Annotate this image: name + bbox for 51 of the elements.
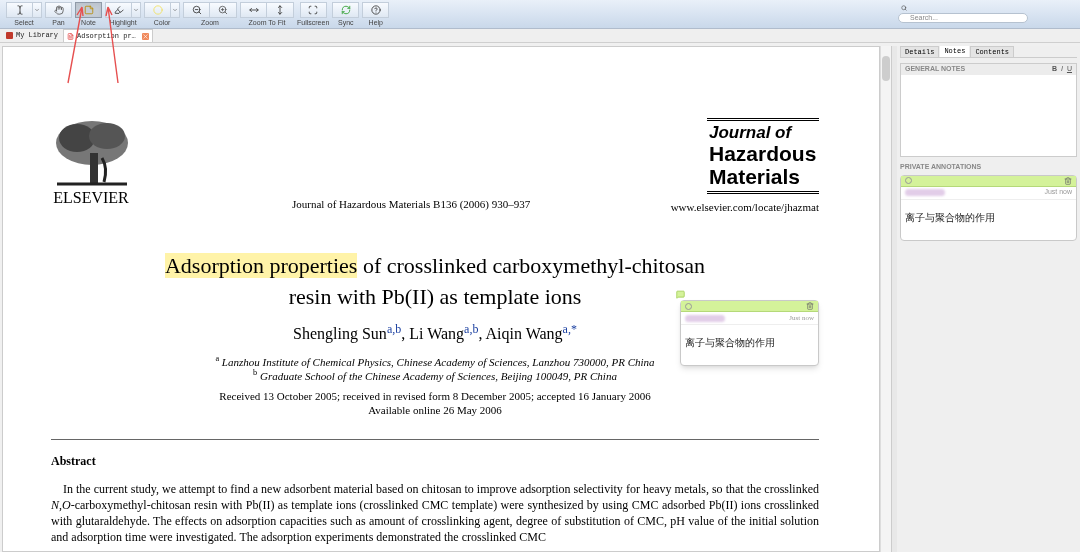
hand-icon: [53, 5, 64, 15]
trash-icon[interactable]: [1064, 176, 1072, 185]
vertical-arrows-icon: [275, 5, 285, 15]
help-icon: [370, 5, 381, 15]
blurred-author: [905, 189, 945, 196]
toolbar-button[interactable]: [45, 2, 72, 18]
affiliation: $^{b}$ Graduate School of the Chinese Academy of Sciences, Beijing 100049, PR China: [253, 368, 617, 383]
toolbar-button[interactable]: [210, 2, 237, 18]
caret-icon: [34, 7, 40, 13]
toolbar-button[interactable]: [183, 2, 210, 18]
zoom-out-icon: [191, 5, 202, 15]
trash-icon[interactable]: [806, 302, 814, 310]
dropdown-button[interactable]: [33, 2, 42, 18]
horizontal-arrows-icon: [248, 5, 259, 15]
vertical-scrollbar[interactable]: [880, 46, 891, 552]
dropdown-button[interactable]: [171, 2, 180, 18]
blurred-author: [685, 314, 725, 322]
journal-url: www.elsevier.com/locate/jhazmat: [670, 200, 819, 215]
toolbar-button[interactable]: [299, 2, 327, 18]
abstract-heading: Abstract: [51, 452, 97, 470]
article-date: Received 13 October 2005; received in revised form 8 December 2005; accepted 16 January 2006: [219, 388, 651, 403]
caret-icon: [133, 7, 139, 13]
note-marker-icon[interactable]: [676, 290, 685, 299]
dropdown-button[interactable]: [132, 2, 141, 18]
toolbar-button[interactable]: [6, 2, 33, 18]
highlighter-icon: [113, 5, 124, 15]
search-icon: [901, 5, 907, 11]
sync-icon: [340, 5, 351, 15]
note-text: 离子与聚合物的作用: [685, 337, 775, 348]
article-title: Adsorption properties of crosslinked carboxymethyl-chitosan resin with Pb(II) as template ions: [163, 251, 707, 311]
journal-logo: Journal of Hazardous Materials: [707, 118, 819, 194]
affiliation: $^{a}$ Lanzhou Institute of Chemical Physics, Chinese Academy of Sciences, Lanzhou 730000, PR China: [215, 354, 655, 369]
color-circle-icon: [152, 5, 163, 15]
text-cursor-icon: [14, 5, 25, 15]
publisher-name: ELSEVIER: [53, 189, 129, 207]
author-list: Shengling Sun$^{a,b}$, Li Wang$^{a,b}$, Aiqin Wang$^{a,*}$: [293, 321, 577, 346]
article-date: Available online 26 May 2006: [368, 402, 502, 417]
toolbar-button[interactable]: [267, 2, 294, 18]
toolbar-button[interactable]: [105, 2, 132, 18]
zoom-in-icon: [218, 5, 228, 15]
caret-icon: [172, 7, 178, 13]
abstract-text: In the current study, we attempt to find a new adsorbent material based on chitosan to improve adsorption selectivity for heavy metals, so that the crosslinked N,O-carboxymethyl-chitosan resin with Pb(II) as template ions (crosslinked CMC template) were synthesized by using CMC adsorbed Pb(II) ions crosslinked with glutaraldehyde. The effects on adsorption capacities such as amount of crosslinking agent, degree of substitution of CMC, pH value of the initial solution and adsorption time were investigated. The adsorption experiments demonstrated the crosslinked CMC: [51, 480, 819, 545]
citation: Journal of Hazardous Materials B136 (2006) 930–937: [292, 197, 531, 212]
splitter[interactable]: [891, 46, 897, 552]
toolbar-button[interactable]: [362, 2, 390, 18]
library-icon: [6, 32, 13, 39]
sticky-note-icon: [83, 5, 94, 15]
pdf-file-icon: [67, 32, 74, 40]
note-text: 离子与聚合物的作用: [905, 211, 995, 223]
fullscreen-icon: [308, 5, 319, 15]
close-icon[interactable]: [141, 32, 149, 40]
